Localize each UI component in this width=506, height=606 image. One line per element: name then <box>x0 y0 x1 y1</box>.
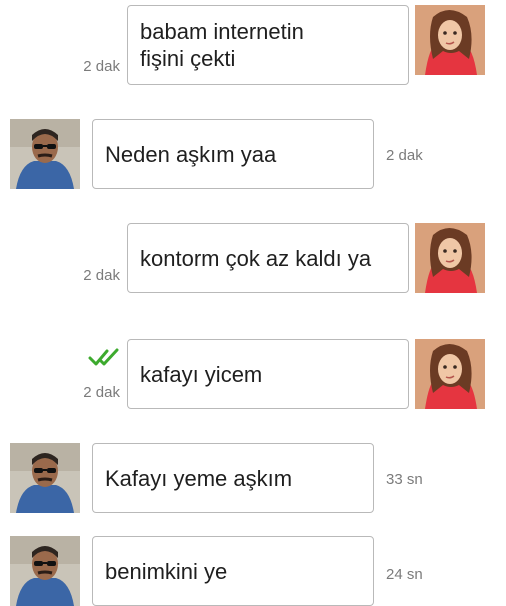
man-avatar[interactable] <box>10 443 80 513</box>
girl-avatar-image <box>415 5 485 75</box>
message-incoming: Neden aşkım yaa 2 dak <box>0 119 506 189</box>
message-text: Neden aşkım yaa <box>105 141 277 167</box>
message-text: kafayı yicem <box>140 361 263 387</box>
message-text: benimkini ye <box>105 558 228 584</box>
girl-avatar[interactable] <box>415 223 485 293</box>
man-avatar-image <box>10 443 80 513</box>
message-outgoing: 2 dak babam internetin fişini çekti <box>0 5 506 85</box>
message-bubble[interactable]: kafayı yicem <box>127 339 409 409</box>
message-timestamp: 2 dak <box>83 58 120 75</box>
message-bubble[interactable]: babam internetin fişini çekti <box>127 5 409 85</box>
message-text: kontorm çok az kaldı ya <box>140 245 372 271</box>
message-outgoing: 2 dak kontorm çok az kaldı ya <box>0 223 506 293</box>
chat-thread: 2 dak babam internetin fişini çekti Nede… <box>0 0 506 606</box>
girl-avatar-image <box>415 339 485 409</box>
man-avatar-image <box>10 536 80 606</box>
message-text: Kafayı yeme aşkım <box>105 465 293 491</box>
girl-avatar[interactable] <box>415 5 485 75</box>
message-outgoing: 2 dak kafayı yicem <box>0 339 506 409</box>
message-bubble[interactable]: Kafayı yeme aşkım <box>92 443 374 513</box>
girl-avatar-image <box>415 223 485 293</box>
message-timestamp: 2 dak <box>386 147 423 164</box>
message-bubble[interactable]: kontorm çok az kaldı ya <box>127 223 409 293</box>
girl-avatar[interactable] <box>415 339 485 409</box>
message-incoming: benimkini ye 24 sn <box>0 536 506 606</box>
double-check-icon <box>88 348 119 366</box>
message-text: babam internetin fişini çekti <box>140 19 304 71</box>
man-avatar[interactable] <box>10 119 80 189</box>
message-bubble[interactable]: Neden aşkım yaa <box>92 119 374 189</box>
message-bubble[interactable]: benimkini ye <box>92 536 374 606</box>
message-timestamp: 24 sn <box>386 566 423 583</box>
message-timestamp: 33 sn <box>386 471 423 488</box>
message-timestamp: 2 dak <box>83 384 120 401</box>
man-avatar[interactable] <box>10 536 80 606</box>
message-timestamp: 2 dak <box>83 267 120 284</box>
message-incoming: Kafayı yeme aşkım 33 sn <box>0 443 506 513</box>
man-avatar-image <box>10 119 80 189</box>
